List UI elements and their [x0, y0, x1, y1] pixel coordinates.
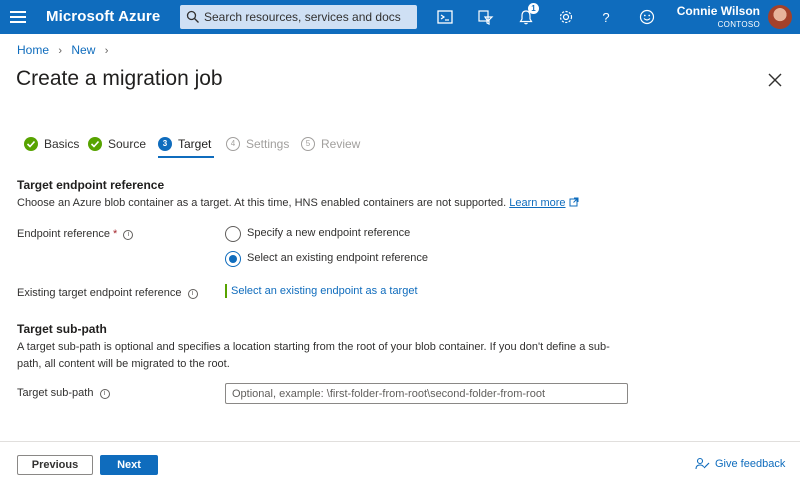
page-title: Create a migration job [16, 67, 223, 90]
endpoint-reference-label: Endpoint reference * i [17, 228, 134, 240]
cloud-shell-icon[interactable] [436, 8, 454, 26]
help-icon[interactable]: ? [597, 8, 615, 26]
directory-filter-icon[interactable] [476, 8, 494, 26]
next-button[interactable]: Next [100, 455, 158, 475]
section-description-subpath: A target sub-path is optional and specif… [17, 341, 610, 370]
tab-label: Settings [246, 137, 290, 151]
close-icon[interactable] [766, 71, 784, 89]
user-name: Connie Wilson [676, 4, 760, 18]
radio-circle-selected[interactable] [225, 251, 241, 267]
top-bar: Microsoft Azure Search resources, servic… [0, 0, 800, 34]
select-existing-endpoint-link[interactable]: Select an existing endpoint as a target [231, 285, 418, 297]
smiley-icon[interactable] [638, 8, 656, 26]
breadcrumb-new[interactable]: New [71, 43, 95, 57]
info-icon[interactable]: i [187, 289, 198, 299]
previous-button[interactable]: Previous [17, 455, 93, 475]
search-box[interactable]: Search resources, services and docs [180, 5, 417, 29]
info-icon[interactable]: i [99, 389, 110, 399]
search-placeholder: Search resources, services and docs [204, 10, 401, 24]
endpoint-reference-label-text: Endpoint reference [17, 228, 110, 240]
breadcrumb-home[interactable]: Home [17, 43, 49, 57]
search-icon [186, 10, 199, 23]
existing-endpoint-label-text: Existing target endpoint reference [17, 287, 182, 299]
footer-divider [0, 441, 800, 442]
tab-label: Source [108, 137, 147, 151]
step-number: 5 [301, 137, 315, 151]
selection-indicator [225, 284, 227, 298]
section-description-endpoint: Choose an Azure blob container as a targ… [17, 195, 579, 212]
checkmark-icon [24, 137, 38, 151]
notification-badge: 1 [528, 3, 539, 14]
section-heading-endpoint: Target endpoint reference [17, 178, 165, 192]
external-link-icon[interactable] [569, 197, 579, 207]
gear-icon[interactable] [557, 8, 575, 26]
svg-text:?: ? [602, 10, 609, 25]
subpath-input[interactable] [225, 383, 628, 404]
chevron-right-icon: › [58, 45, 63, 57]
radio-circle[interactable] [225, 226, 241, 242]
brand-title[interactable]: Microsoft Azure [46, 8, 160, 25]
tab-label: Review [321, 137, 361, 151]
active-tab-indicator [158, 156, 214, 158]
radio-existing-endpoint[interactable]: Select an existing endpoint reference [225, 251, 435, 269]
radio-new-endpoint[interactable]: Specify a new endpoint reference [225, 226, 425, 244]
info-icon[interactable]: i [123, 230, 134, 240]
radio-label: Select an existing endpoint reference [247, 252, 429, 264]
chevron-right-icon: › [104, 45, 109, 57]
endpoint-description-text: Choose an Azure blob container as a targ… [17, 197, 507, 209]
account-info[interactable]: Connie Wilson CONTOSO [677, 4, 760, 30]
learn-more-link[interactable]: Learn more [509, 197, 565, 209]
user-org: CONTOSO [717, 20, 760, 29]
section-heading-subpath: Target sub-path [17, 322, 107, 336]
feedback-icon [695, 457, 710, 470]
radio-label: Specify a new endpoint reference [247, 227, 411, 239]
feedback-label: Give feedback [715, 458, 786, 470]
subpath-label-text: Target sub-path [17, 387, 94, 399]
avatar[interactable] [768, 5, 792, 29]
checkmark-icon [88, 137, 102, 151]
step-number: 4 [226, 137, 240, 151]
existing-endpoint-label: Existing target endpoint reference i [17, 287, 198, 299]
breadcrumb: Home › New › [17, 43, 114, 57]
tab-label: Basics [44, 137, 80, 151]
required-marker: * [113, 228, 118, 240]
step-number: 3 [158, 137, 172, 151]
menu-icon[interactable] [10, 9, 26, 25]
tab-label: Target [178, 137, 212, 151]
subpath-label: Target sub-path i [17, 387, 110, 399]
